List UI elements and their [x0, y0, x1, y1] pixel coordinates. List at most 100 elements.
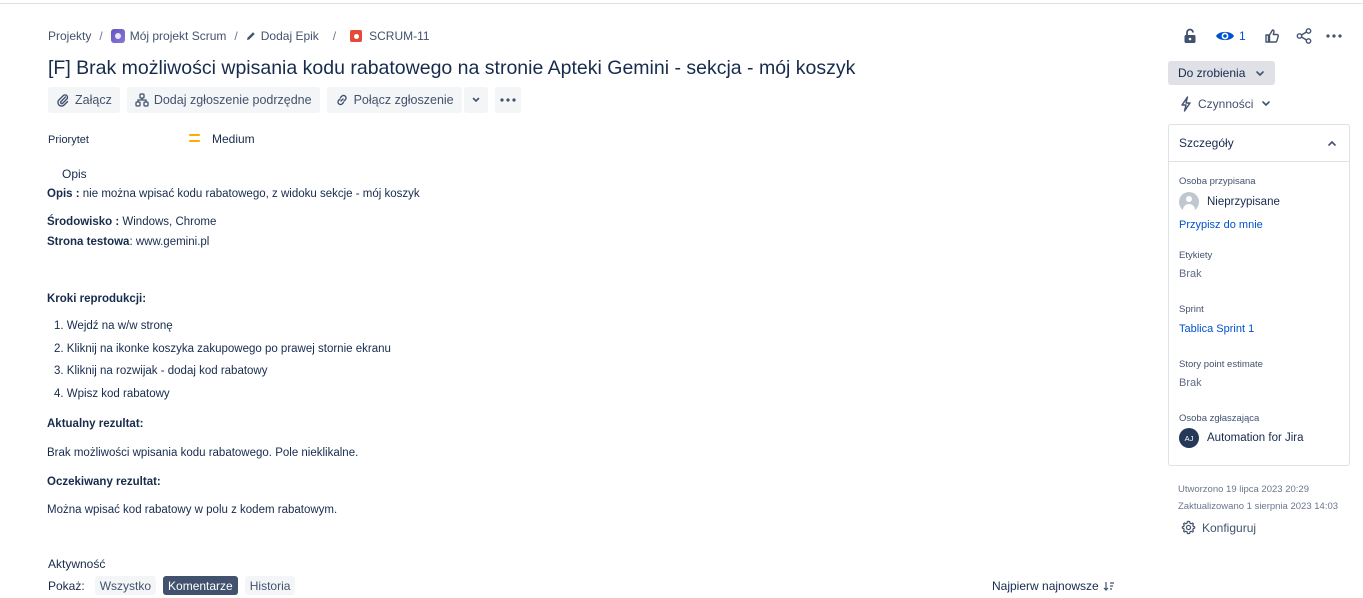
activity-heading: Aktywność	[48, 557, 106, 571]
link-issue-dropdown-button[interactable]	[463, 87, 488, 113]
actions-dropdown[interactable]: Czynności	[1180, 96, 1271, 112]
sort-label: Najpierw najnowsze	[992, 579, 1099, 593]
chevron-down-icon	[472, 97, 479, 103]
assign-to-me-link[interactable]: Przypisz do mnie	[1179, 219, 1263, 231]
steps-heading: Kroki reprodukcji:	[47, 293, 146, 305]
list-item: 2. Kliknij na ikonke koszyka zakupowego …	[54, 342, 391, 355]
priority-value[interactable]: Medium	[212, 132, 255, 146]
restrictions-button[interactable]	[1180, 26, 1200, 46]
opis-text: nie można wpisać kodu rabatowego, z wido…	[79, 188, 420, 200]
chevron-down-icon	[1262, 101, 1271, 107]
chevron-down-icon	[1256, 71, 1264, 77]
filter-all-button[interactable]: Wszystko	[94, 576, 157, 595]
breadcrumb-separator: /	[332, 29, 337, 43]
breadcrumb-epic[interactable]: Dodaj Epik	[246, 29, 319, 43]
show-label: Pokaż:	[48, 578, 85, 593]
pencil-icon	[246, 31, 256, 41]
labels-value[interactable]: Brak	[1179, 268, 1202, 280]
sprint-value-link[interactable]: Tablica Sprint 1	[1179, 323, 1254, 335]
lightning-icon	[1181, 96, 1191, 112]
avatar: AJ	[1179, 428, 1199, 448]
share-icon	[1296, 28, 1312, 44]
more-icon	[1326, 34, 1342, 38]
actual-label: Aktualny rezultat:	[47, 418, 144, 430]
expected-label: Oczekiwany rezultat:	[47, 476, 161, 488]
story-points-value[interactable]: Brak	[1179, 377, 1202, 389]
reporter-value: Automation for Jira	[1207, 432, 1304, 444]
story-points-label: Story point estimate	[1179, 359, 1263, 370]
priority-medium-icon	[189, 134, 200, 142]
reporter-label: Osoba zgłaszająca	[1179, 413, 1260, 424]
configure-label: Konfiguruj	[1202, 520, 1257, 535]
breadcrumb-separator: /	[99, 29, 103, 43]
details-heading: Szczegóły	[1179, 136, 1234, 150]
attach-button[interactable]: Załącz	[48, 87, 120, 113]
list-item: 4. Wpisz kod rabatowy	[54, 388, 170, 401]
chevron-up-icon	[1328, 140, 1336, 146]
attach-label: Załącz	[75, 93, 112, 107]
lock-icon	[1184, 28, 1196, 43]
breadcrumb-issue[interactable]: SCRUM-11	[350, 29, 430, 43]
assignee-field[interactable]: Nieprzypisane	[1179, 192, 1280, 212]
eye-icon	[1216, 31, 1234, 41]
steps-list: 1. Wejdź na w/w stronę 2. Kliknij na iko…	[47, 320, 391, 411]
list-item: 1. Wejdź na w/w stronę	[54, 320, 173, 332]
env-label: Środowisko :	[47, 216, 120, 228]
labels-label: Etykiety	[1179, 250, 1213, 261]
gear-icon	[1181, 520, 1196, 535]
more-actions-button[interactable]	[494, 87, 521, 113]
actual-result-text: Brak możliwości wpisania kodu rabatowego…	[47, 447, 359, 459]
link-issue-split-button: Połącz zgłoszenie	[326, 87, 488, 113]
more-icon	[500, 98, 516, 102]
add-child-issue-label: Dodaj zgłoszenie podrzędne	[153, 93, 312, 107]
breadcrumb: Projekty / Mój projekt Scrum / Dodaj Epi…	[48, 28, 430, 44]
priority-label: Priorytet	[48, 134, 89, 146]
breadcrumb-project-label: Mój projekt Scrum	[129, 29, 227, 43]
unassigned-avatar-icon	[1179, 192, 1199, 212]
breadcrumb-separator: /	[234, 29, 238, 43]
description-heading: Opis	[62, 167, 87, 181]
filter-comments-button[interactable]: Komentarze	[163, 576, 238, 595]
description-opis: Opis : nie można wpisać kodu rabatowego,…	[47, 188, 420, 200]
breadcrumb-epic-label: Dodaj Epik	[260, 29, 319, 43]
child-issue-icon	[135, 93, 149, 107]
site-text: www.gemini.pl	[132, 236, 210, 248]
paperclip-icon	[57, 94, 69, 107]
issue-toolbar: Załącz Dodaj zgłoszenie podrzędne Połącz…	[48, 87, 521, 113]
vote-button[interactable]	[1262, 26, 1282, 46]
share-button[interactable]	[1294, 26, 1314, 46]
sort-icon	[1103, 582, 1114, 591]
add-child-issue-button[interactable]: Dodaj zgłoszenie podrzędne	[126, 87, 320, 113]
activity-filter-row: Pokaż: Wszystko Komentarze Historia	[48, 576, 302, 595]
details-panel: Szczegóły Osoba przypisana Nieprzypisane…	[1168, 124, 1350, 466]
breadcrumb-project[interactable]: Mój projekt Scrum	[110, 29, 227, 43]
thumbs-up-icon	[1264, 29, 1279, 43]
link-issue-button[interactable]: Połącz zgłoszenie	[326, 87, 462, 113]
breadcrumb-issue-key: SCRUM-11	[369, 29, 430, 43]
actions-label: Czynności	[1198, 97, 1254, 111]
more-header-actions-button[interactable]	[1324, 26, 1344, 46]
breadcrumb-projects[interactable]: Projekty	[48, 29, 91, 43]
expected-result-heading: Oczekiwany rezultat:	[47, 476, 161, 488]
link-issue-label: Połącz zgłoszenie	[353, 93, 454, 107]
created-timestamp: Utworzono 19 lipca 2023 20:29	[1178, 484, 1309, 495]
env-text: Windows, Chrome	[119, 216, 217, 228]
list-item: 3. Kliknij na rozwijak - dodaj kod rabat…	[54, 365, 268, 378]
description-environment: Środowisko : Windows, Chrome	[47, 216, 216, 228]
top-border	[0, 0, 1363, 4]
filter-history-button[interactable]: Historia	[244, 576, 296, 595]
project-avatar-icon	[110, 29, 125, 43]
status-dropdown[interactable]: Do zrobienia	[1168, 61, 1275, 85]
opis-label: Opis :	[47, 188, 80, 200]
details-header[interactable]: Szczegóły	[1169, 125, 1349, 162]
description-test-site: Strona testowa: www.gemini.pl	[47, 236, 209, 248]
issue-title[interactable]: [F] Brak możliwości wpisania kodu rabato…	[48, 57, 855, 80]
status-label: Do zrobienia	[1178, 66, 1246, 80]
sort-newest-first-button[interactable]: Najpierw najnowsze	[992, 579, 1115, 593]
configure-button[interactable]: Konfiguruj	[1181, 520, 1256, 535]
reporter-field[interactable]: AJ Automation for Jira	[1179, 428, 1304, 448]
updated-timestamp: Zaktualizowano 1 sierpnia 2023 14:03	[1178, 501, 1339, 512]
watch-button[interactable]: 1	[1215, 29, 1246, 43]
link-icon	[336, 94, 347, 106]
actual-result-heading: Aktualny rezultat:	[47, 418, 144, 430]
